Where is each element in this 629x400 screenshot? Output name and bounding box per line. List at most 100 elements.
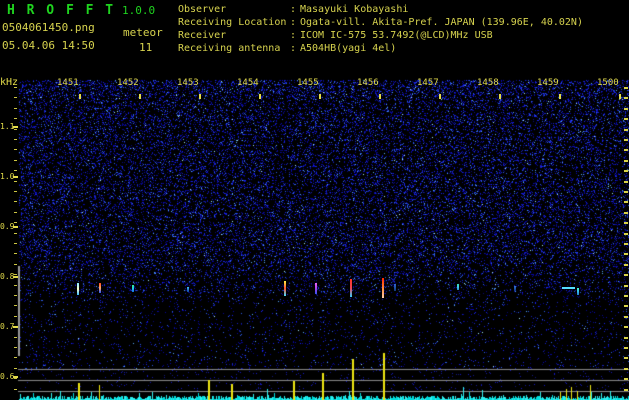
right-edge-tick xyxy=(624,388,628,391)
time-label: 1452 xyxy=(117,78,139,88)
right-edge-tick xyxy=(624,201,628,204)
freq-major-tick xyxy=(13,176,18,178)
right-edge-tick xyxy=(624,253,628,256)
info-separator: : xyxy=(290,17,297,28)
freq-minor-tick xyxy=(14,243,17,244)
meteor-echo xyxy=(315,283,317,294)
freq-minor-tick xyxy=(14,367,17,369)
right-edge-tick xyxy=(624,232,628,235)
freq-minor-tick xyxy=(14,378,17,380)
right-edge-tick xyxy=(624,128,628,131)
right-edge-tick xyxy=(624,284,628,287)
right-edge-tick xyxy=(624,243,628,245)
time-label: 1500 xyxy=(597,78,619,88)
freq-minor-tick xyxy=(14,222,17,224)
echo-count: 11 xyxy=(139,41,153,54)
freq-minor-tick xyxy=(14,253,17,255)
right-edge-tick xyxy=(624,336,628,339)
freq-minor-tick xyxy=(14,149,17,151)
freq-minor-tick xyxy=(14,97,17,99)
meteor-echo xyxy=(284,281,286,296)
info-row-receiver: Receiver : ICOM IC-575 53.7492(@LCD)MHz … xyxy=(178,29,583,42)
station-info-panel: Observer : Masayuki Kobayashi Receiving … xyxy=(178,3,583,55)
info-separator: : xyxy=(290,4,297,15)
info-separator: : xyxy=(290,43,297,54)
time-tick-mark xyxy=(199,94,201,99)
info-value: Ogata-vill. Akita-Pref. JAPAN (139.96E, … xyxy=(300,17,583,28)
time-tick-mark xyxy=(439,94,441,99)
right-edge-tick xyxy=(624,191,628,193)
meteor-echo xyxy=(382,278,384,298)
info-label: Observer xyxy=(178,4,227,15)
freq-minor-tick xyxy=(14,118,17,120)
time-tick-mark xyxy=(379,94,381,99)
freq-minor-tick xyxy=(14,139,17,140)
meteor-echo xyxy=(132,285,134,292)
freq-major-tick xyxy=(13,276,18,278)
time-label: 1458 xyxy=(477,78,499,88)
observation-mode: meteor xyxy=(123,26,163,39)
right-edge-tick xyxy=(624,367,628,370)
app-title: H R O F F T xyxy=(7,3,116,18)
freq-minor-tick xyxy=(14,347,17,348)
info-row-antenna: Receiving antenna : A504HB(yagi 4el) xyxy=(178,42,583,55)
freq-label: 0.7 xyxy=(0,322,15,331)
right-edge-tick xyxy=(624,222,628,225)
freq-minor-tick xyxy=(14,170,17,172)
meteor-echo xyxy=(457,284,459,290)
info-label: Receiving Location xyxy=(178,17,287,28)
freq-label: 0.8 xyxy=(0,272,15,281)
right-edge-tick xyxy=(624,305,628,308)
info-label: Receiving antenna xyxy=(178,43,281,54)
freq-major-tick xyxy=(13,226,18,228)
right-edge-tick xyxy=(624,263,628,266)
right-edge-tick xyxy=(624,118,628,121)
freq-label: 1.1 xyxy=(0,122,15,131)
right-edge-tick xyxy=(624,315,628,318)
freq-minor-tick xyxy=(14,107,17,109)
freq-minor-tick xyxy=(14,180,17,182)
time-tick-mark xyxy=(559,94,561,99)
right-edge-tick xyxy=(624,347,628,349)
info-value: ICOM IC-575 53.7492(@LCD)MHz USB xyxy=(300,30,493,41)
info-row-observer: Observer : Masayuki Kobayashi xyxy=(178,3,583,16)
info-separator: : xyxy=(290,30,297,41)
right-edge-tick xyxy=(624,149,628,152)
info-row-location: Receiving Location : Ogata-vill. Akita-P… xyxy=(178,16,583,29)
info-value: A504HB(yagi 4el) xyxy=(300,43,397,54)
app-version: 1.0.0 xyxy=(122,4,156,17)
right-edge-tick xyxy=(624,378,628,381)
spectrogram-canvas xyxy=(0,0,629,400)
time-tick-mark xyxy=(139,94,141,99)
info-label: Receiver xyxy=(178,30,227,41)
time-label: 1451 xyxy=(57,78,79,88)
time-tick-mark xyxy=(619,94,621,99)
meteor-echo xyxy=(394,284,396,291)
freq-minor-tick xyxy=(14,211,17,213)
time-tick-mark xyxy=(259,94,261,99)
right-edge-tick xyxy=(624,97,628,100)
time-tick-mark xyxy=(319,94,321,99)
right-edge-tick xyxy=(624,357,628,360)
time-label: 1457 xyxy=(417,78,439,88)
freq-label: 0.9 xyxy=(0,222,15,231)
right-edge-tick xyxy=(624,274,628,277)
info-value: Masayuki Kobayashi xyxy=(300,4,409,15)
right-edge-tick xyxy=(624,139,628,141)
right-edge-tick xyxy=(624,159,628,162)
freq-minor-tick xyxy=(14,326,17,328)
right-edge-tick xyxy=(624,295,628,297)
freq-minor-tick xyxy=(14,284,17,286)
freq-minor-tick xyxy=(14,263,17,265)
freq-minor-tick xyxy=(14,201,17,203)
freq-minor-tick xyxy=(14,336,17,338)
right-edge-tick xyxy=(624,87,628,89)
freq-minor-tick xyxy=(14,87,17,88)
right-edge-tick xyxy=(624,180,628,183)
time-label: 1453 xyxy=(177,78,199,88)
freq-label: 1.0 xyxy=(0,172,15,181)
freq-minor-tick xyxy=(14,191,17,192)
meteor-echo xyxy=(577,288,579,295)
right-edge-tick xyxy=(624,326,628,329)
freq-minor-tick xyxy=(14,128,17,130)
